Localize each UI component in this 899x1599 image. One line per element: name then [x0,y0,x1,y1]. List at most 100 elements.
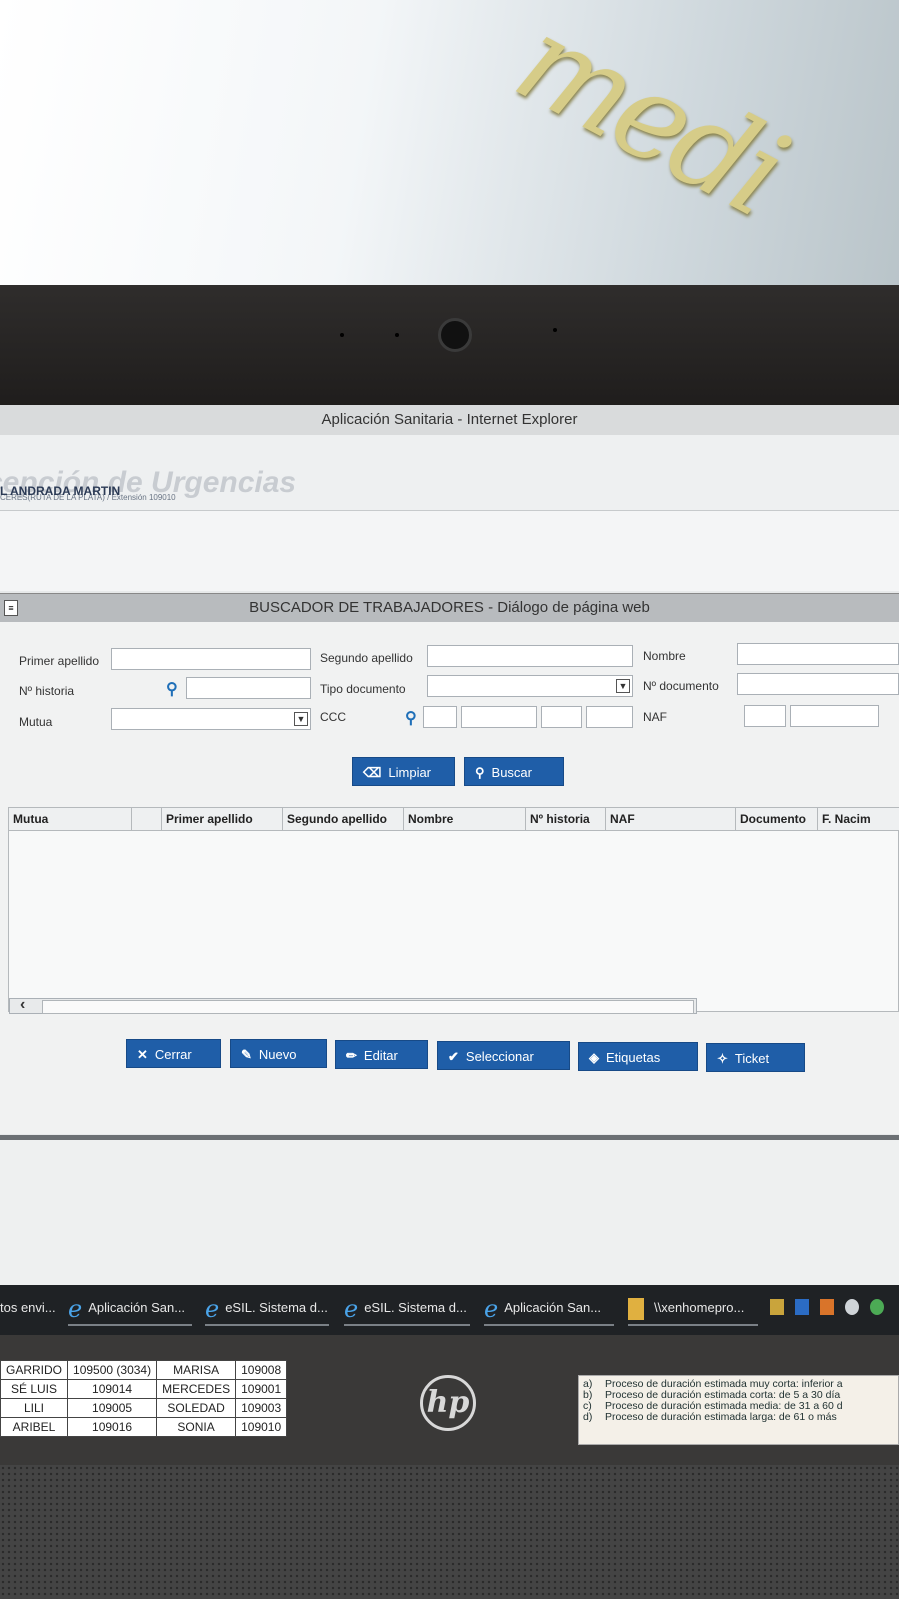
outlook-icon[interactable] [795,1299,809,1315]
app-content-area [0,511,899,591]
sticker-cell: 109010 [235,1417,288,1437]
ticket-label: Ticket [734,1051,770,1066]
col-naf[interactable]: NAF [606,808,736,830]
note-text: Proceso de duración estimada larga: de 6… [605,1411,837,1423]
taskbar-item-label: Aplicación San... [504,1300,602,1315]
sticker-row: SÉ LUIS 109014 MERCEDES 109001 [0,1379,288,1399]
taskbar-item[interactable]: e eSIL. Sistema d... [344,1293,470,1326]
sticker-cell: SONIA [156,1417,237,1437]
sticker-cell: GARRIDO [0,1360,69,1380]
nuevo-label: Nuevo [258,1047,297,1062]
sticker-cell: 109500 (3034) [67,1360,158,1380]
taskbar-underline [484,1324,614,1326]
sticker-cell: 109008 [235,1360,288,1380]
label-tipo-documento: Tipo documento [320,682,406,696]
buscar-label: Buscar [491,765,532,780]
bezel-sensor-dot [553,328,557,332]
taskbar-item[interactable]: e eSIL. Sistema d... [205,1293,329,1326]
col-nombre[interactable]: Nombre [404,808,526,830]
sticker-row: GARRIDO 109500 (3034) MARISA 109008 [0,1360,288,1380]
naf-input-1[interactable] [744,705,786,727]
seleccionar-label: Seleccionar [465,1049,534,1064]
ticket-button[interactable]: ✧ Ticket [706,1043,805,1072]
extension-sticker: GARRIDO 109500 (3034) MARISA 109008 SÉ L… [0,1360,288,1437]
dialog-page-icon: ≡ [4,600,18,616]
eraser-icon: ⌫ [363,765,382,780]
taskbar-item-label: \\xenhomepro... [654,1300,745,1315]
sticker-cell: 109014 [67,1379,158,1399]
ccc-input-3[interactable] [541,706,582,728]
tray-app-icon[interactable] [845,1299,859,1315]
tray-app-icon[interactable] [770,1299,784,1315]
checkmark-icon: ✔ [448,1049,459,1064]
ccc-input-2[interactable] [461,706,537,728]
edit-box-icon: ✎ [241,1047,252,1062]
naf-input-2[interactable] [790,705,879,727]
col-primer-apellido[interactable]: Primer apellido [162,808,283,830]
col-f-nacim[interactable]: F. Nacim [818,808,899,830]
note-letter: d) [583,1411,593,1423]
bezel-sensor-dot [395,333,399,337]
tag-icon: ◈ [589,1050,599,1065]
sticker-cell: 109005 [67,1398,158,1418]
search-historia-icon[interactable]: ⚲ [166,682,180,698]
sticker-cell: 109016 [67,1417,158,1437]
segundo-apellido-input[interactable] [427,645,633,667]
internet-explorer-icon: e [344,1294,359,1323]
wall-logo-graphic: medi [494,0,804,243]
bezel-sensor-dot [340,333,344,337]
primer-apellido-input[interactable] [111,648,311,670]
ccc-input-4[interactable] [586,706,633,728]
scroll-left-icon[interactable]: ‹ [20,996,25,1014]
ccc-input-1[interactable] [423,706,457,728]
grid-header: Mutua Primer apellido Segundo apellido N… [9,808,899,831]
sticker-row: LILI 109005 SOLEDAD 109003 [0,1398,288,1418]
sticker-cell: 109003 [235,1398,288,1418]
scroll-thumb[interactable] [42,1000,694,1014]
taskbar-item[interactable]: e Aplicación San... [484,1293,614,1326]
search-ccc-icon[interactable]: ⚲ [405,711,419,727]
hp-logo: hp [420,1375,476,1431]
editar-button[interactable]: ✏ Editar [335,1040,428,1069]
results-grid: Mutua Primer apellido Segundo apellido N… [8,807,899,1014]
tipo-documento-select[interactable]: ▼ [427,675,633,697]
limpiar-button[interactable]: ⌫ Limpiar [352,757,455,786]
sticker-row: ARIBEL 109016 SONIA 109010 [0,1417,288,1437]
col-documento[interactable]: Documento [736,808,818,830]
seleccionar-button[interactable]: ✔ Seleccionar [437,1041,570,1070]
taskbar-item[interactable]: tos envi... [0,1293,58,1323]
note-row: d) Proceso de duración estimada larga: de… [583,1412,898,1423]
label-mutua: Mutua [19,715,53,729]
label-primer-apellido: Primer apellido [19,654,100,668]
taskbar-item[interactable]: e Aplicación San... [68,1293,192,1326]
chevron-down-icon[interactable]: ▼ [294,712,308,726]
tray-app-icon[interactable] [870,1299,884,1315]
label-nombre: Nombre [643,649,686,663]
sticker-cell: SOLEDAD [156,1398,237,1418]
label-naf: NAF [643,710,667,724]
taskbar-item[interactable]: \\xenhomepro... [628,1293,758,1326]
internet-explorer-icon: e [484,1294,499,1323]
taskbar-underline [344,1324,470,1326]
taskbar-underline [628,1324,758,1326]
chevron-down-icon[interactable]: ▼ [616,679,630,693]
n-documento-input[interactable] [737,673,899,695]
nombre-input[interactable] [737,643,899,665]
taskbar-item-label: eSIL. Sistema d... [364,1300,467,1315]
cerrar-button[interactable]: ✕ Cerrar [126,1039,221,1068]
col-segundo-apellido[interactable]: Segundo apellido [283,808,404,830]
col-blank[interactable] [132,808,162,830]
col-mutua[interactable]: Mutua [9,808,132,830]
mutua-select[interactable]: ▼ [111,708,311,730]
taskbar-underline [205,1324,329,1326]
horizontal-scrollbar[interactable]: ‹ [9,996,697,1014]
window-title: Aplicación Sanitaria - Internet Explorer [0,405,899,435]
speaker-grille [0,1465,899,1599]
n-historia-input[interactable] [186,677,311,699]
etiquetas-button[interactable]: ◈ Etiquetas [578,1042,698,1071]
close-icon: ✕ [137,1047,148,1062]
col-n-historia[interactable]: Nº historia [526,808,606,830]
nuevo-button[interactable]: ✎ Nuevo [230,1039,327,1068]
buscar-button[interactable]: ⚲ Buscar [464,757,564,786]
tray-app-icon[interactable] [820,1299,834,1315]
